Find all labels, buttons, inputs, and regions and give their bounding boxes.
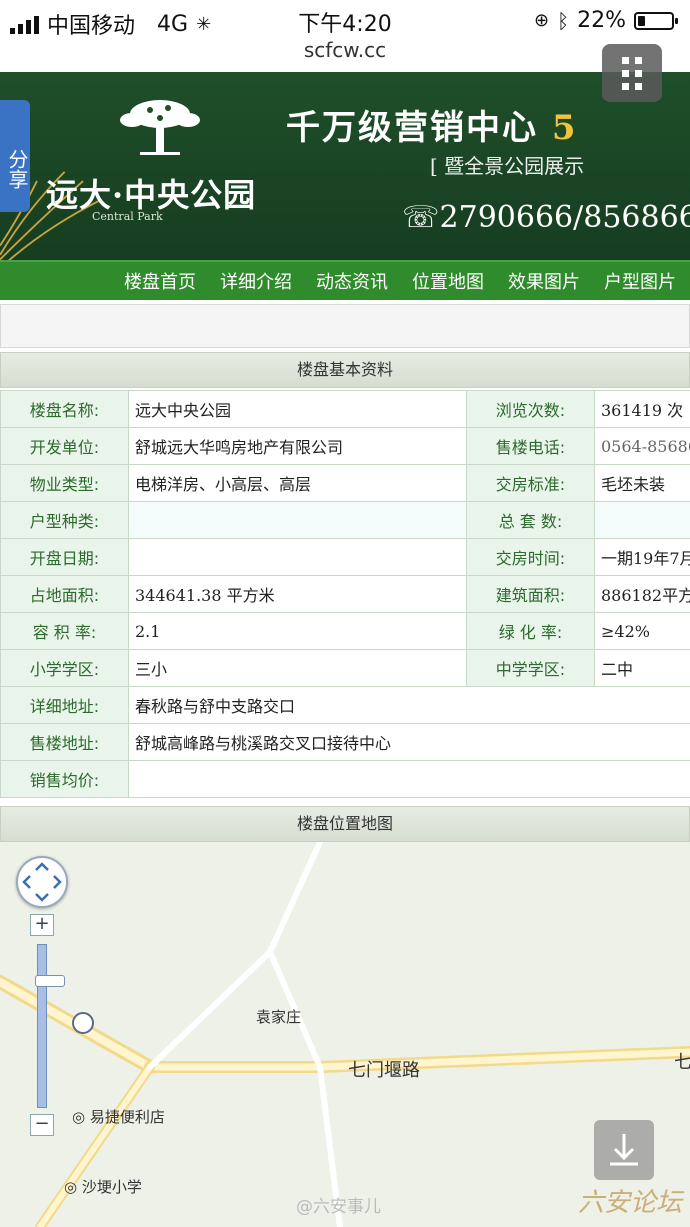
- download-button[interactable]: [594, 1120, 654, 1180]
- battery-fill: [638, 15, 645, 26]
- row-value: 毛坯未装: [594, 464, 690, 502]
- table-row: 户型种类: 总 套 数:: [0, 501, 690, 539]
- row-key: 楼盘名称:: [0, 390, 129, 428]
- table-row: 售楼地址: 舒城高峰路与桃溪路交叉口接待中心: [0, 723, 690, 761]
- top-nav: 楼盘首页 详细介绍 动态资讯 位置地图 效果图片 户型图片: [0, 260, 690, 300]
- zoom-control: + −: [30, 914, 65, 1144]
- table-row: 容 积 率: 2.1 绿 化 率: ≥42%: [0, 612, 690, 650]
- row-key: 绿 化 率:: [466, 612, 595, 650]
- row-key: 售楼地址:: [0, 723, 129, 761]
- bus-stop-icon: [72, 1012, 94, 1034]
- row-value: ≥42%: [594, 612, 690, 650]
- row-value: 886182平方: [594, 575, 690, 613]
- school-pin-icon: ◎: [64, 1178, 82, 1196]
- row-key: 开发单位:: [0, 427, 129, 465]
- map-label-road: 七门堰路: [348, 1060, 420, 1081]
- banner-headline: 千万级营销中心 5: [286, 100, 578, 149]
- bluetooth-icon: ᛒ: [557, 8, 570, 33]
- status-bar: 中国移动 4G ✳ 下午4:20 ⊕ ᛒ 22%: [0, 0, 690, 40]
- map-label-school: ◎ 沙埂小学: [64, 1178, 142, 1196]
- nav-map[interactable]: 位置地图: [412, 268, 484, 294]
- row-value: 361419 次: [594, 390, 690, 428]
- row-value: [128, 538, 467, 576]
- table-row: 开发单位: 舒城远大华鸣房地产有限公司 售楼电话: 0564-856866: [0, 427, 690, 465]
- row-value: 舒城高峰路与桃溪路交叉口接待中心: [128, 723, 690, 761]
- tree-logo-icon: [120, 100, 200, 155]
- info-section-title: 楼盘基本资料: [0, 352, 690, 388]
- row-value: 一期19年7月: [594, 538, 690, 576]
- row-value: 2.1: [128, 612, 467, 650]
- zoom-slider-thumb[interactable]: [35, 975, 65, 987]
- map-roads: [0, 842, 690, 1227]
- share-tab[interactable]: 分享: [0, 100, 30, 212]
- row-key: 中学学区:: [466, 649, 595, 687]
- row-value: 344641.38 平方米: [128, 575, 467, 613]
- orientation-lock-icon: ⊕: [534, 10, 550, 31]
- table-row: 开盘日期: 交房时间: 一期19年7月: [0, 538, 690, 576]
- table-row: 楼盘名称: 远大中央公园 浏览次数: 361419 次: [0, 390, 690, 428]
- row-key: 交房时间:: [466, 538, 595, 576]
- row-value: 春秋路与舒中支路交口: [128, 686, 690, 724]
- corner-logo: 六安论坛: [577, 1188, 682, 1218]
- table-row: 详细地址: 春秋路与舒中支路交口: [0, 686, 690, 724]
- row-value: 电梯洋房、小高层、高层: [128, 464, 467, 502]
- row-key: 户型种类:: [0, 501, 129, 539]
- row-key: 销售均价:: [0, 760, 129, 798]
- row-key: 售楼电话:: [466, 427, 595, 465]
- row-key: 开盘日期:: [0, 538, 129, 576]
- grid-menu-button[interactable]: [602, 44, 662, 102]
- banner-phone: ☏2790666/8568666: [402, 200, 690, 235]
- row-key: 容 积 率:: [0, 612, 129, 650]
- battery-percent: 22%: [577, 8, 626, 33]
- row-value: 二中: [594, 649, 690, 687]
- banner-subline: [ 暨全景公园展示: [430, 154, 585, 178]
- headline-tail: 5: [551, 108, 578, 148]
- row-value: [128, 501, 467, 539]
- address-bar-url[interactable]: scfcw.cc: [0, 38, 690, 62]
- nav-details[interactable]: 详细介绍: [220, 268, 292, 294]
- row-value: [594, 501, 690, 539]
- sales-phone-link[interactable]: 0564-856866: [594, 427, 690, 465]
- table-row: 占地面积: 344641.38 平方米 建筑面积: 886182平方: [0, 575, 690, 613]
- row-value: 远大中央公园: [128, 390, 467, 428]
- row-value: [128, 760, 690, 798]
- download-icon: [610, 1134, 638, 1166]
- zoom-slider-track[interactable]: [35, 944, 65, 1108]
- row-key: 交房标准:: [466, 464, 595, 502]
- pan-arrows-icon: [22, 862, 62, 902]
- location-map[interactable]: 袁家庄 七门堰路 七 ◎ 易捷便利店 ◎ 沙埂小学 + − @六安事儿 六安论坛: [0, 842, 690, 1227]
- weibo-watermark: @六安事儿: [296, 1197, 381, 1217]
- table-row: 销售均价:: [0, 760, 690, 798]
- row-key: 占地面积:: [0, 575, 129, 613]
- zoom-in-button[interactable]: +: [30, 914, 54, 936]
- map-pan-control[interactable]: [16, 856, 68, 908]
- row-key: 小学学区:: [0, 649, 129, 687]
- brand-subtitle: Central Park: [92, 210, 163, 223]
- nav-floorplans[interactable]: 户型图片: [604, 268, 676, 294]
- status-right: ⊕ ᛒ 22%: [534, 8, 678, 33]
- nav-renderings[interactable]: 效果图片: [508, 268, 580, 294]
- map-label-village: 袁家庄: [256, 1008, 302, 1026]
- blank-bar: [0, 304, 690, 348]
- nav-home[interactable]: 楼盘首页: [124, 268, 196, 294]
- row-key: 总 套 数:: [466, 501, 595, 539]
- map-label-road-edge: 七: [674, 1052, 690, 1073]
- table-row: 小学学区: 三小 中学学区: 二中: [0, 649, 690, 687]
- row-value: 三小: [128, 649, 467, 687]
- row-key: 详细地址:: [0, 686, 129, 724]
- table-row: 物业类型: 电梯洋房、小高层、高层 交房标准: 毛坯未装: [0, 464, 690, 502]
- headline-text: 千万级营销中心: [286, 108, 538, 148]
- row-key: 物业类型:: [0, 464, 129, 502]
- map-label-store: ◎ 易捷便利店: [72, 1108, 165, 1126]
- battery-icon: [634, 11, 678, 30]
- zoom-out-button[interactable]: −: [30, 1114, 54, 1136]
- property-info-table: 楼盘名称: 远大中央公园 浏览次数: 361419 次 开发单位: 舒城远大华鸣…: [0, 390, 690, 798]
- store-pin-icon: ◎: [72, 1108, 90, 1126]
- row-value: 舒城远大华鸣房地产有限公司: [128, 427, 467, 465]
- map-section-title: 楼盘位置地图: [0, 806, 690, 842]
- row-key: 浏览次数:: [466, 390, 595, 428]
- row-key: 建筑面积:: [466, 575, 595, 613]
- nav-news[interactable]: 动态资讯: [316, 268, 388, 294]
